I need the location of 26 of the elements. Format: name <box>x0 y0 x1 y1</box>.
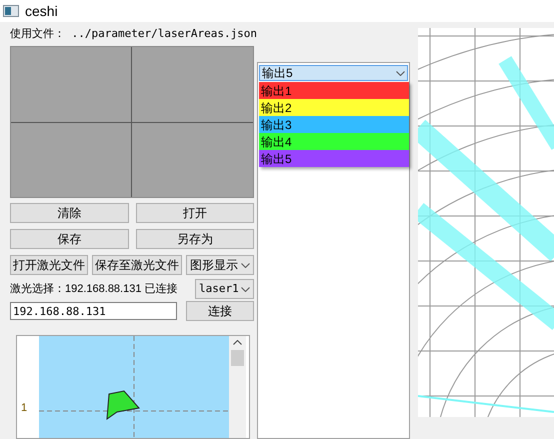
push-button[interactable]: 保存 <box>10 229 128 249</box>
push-button[interactable]: 另存为 <box>136 229 254 249</box>
output-select[interactable]: 输出5 <box>259 65 408 81</box>
push-button[interactable]: 保存至激光文件 <box>92 255 182 275</box>
dropdown-option[interactable]: 输出5 <box>259 150 409 167</box>
push-button[interactable]: 连接 <box>186 301 254 321</box>
scroll-thumb[interactable] <box>231 350 244 366</box>
row-label: 1 <box>21 400 28 416</box>
laser-select[interactable]: laser1 <box>195 279 254 299</box>
scroll-up-icon <box>233 340 242 345</box>
window-title: ceshi <box>25 2 58 20</box>
display-mode-select[interactable]: 图形显示 <box>186 255 254 275</box>
caret-icon <box>396 70 405 76</box>
push-button[interactable]: 清除 <box>10 203 128 223</box>
dropdown-option[interactable]: 输出4 <box>259 133 409 150</box>
app-icon <box>3 5 19 17</box>
dropdown-option[interactable]: 输出3 <box>259 116 409 133</box>
push-button[interactable]: 打开激光文件 <box>10 255 88 275</box>
dropdown-option[interactable]: 输出1 <box>259 82 409 99</box>
push-button[interactable]: 打开 <box>136 203 254 223</box>
caret-icon <box>241 286 250 292</box>
dropdown-option[interactable]: 输出2 <box>259 99 409 116</box>
caret-icon <box>241 262 250 268</box>
ip-input-field[interactable]: 192.168.88.131 <box>10 302 177 320</box>
laser-status-label: 激光选择：192.168.88.131 已连接 <box>10 282 178 297</box>
scrollbar[interactable] <box>229 336 246 438</box>
